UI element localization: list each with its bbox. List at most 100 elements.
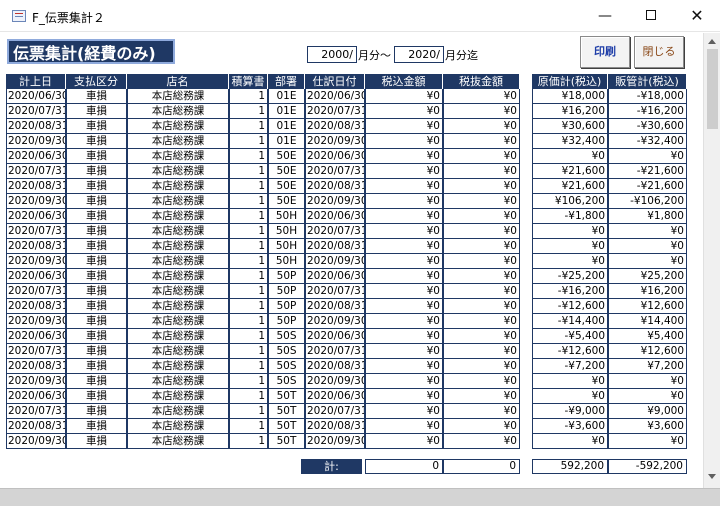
cell-store[interactable]: 本店総務課 [127, 359, 229, 374]
cell-estimate[interactable]: 1 [229, 134, 268, 149]
cell-sga-total[interactable]: ¥16,200 [608, 284, 687, 299]
table-row[interactable]: 2020/08/31 車損 本店総務課 1 50E 2020/08/31 ¥0 ¥0 ¥21,6… [6, 179, 689, 194]
cell-tax-excl[interactable]: ¥0 [443, 149, 520, 164]
cell-payment-type[interactable]: 車損 [66, 359, 127, 374]
cell-payment-type[interactable]: 車損 [66, 179, 127, 194]
cell-sga-total[interactable]: -¥106,200 [608, 194, 687, 209]
cell-dept[interactable]: 50S [268, 374, 305, 389]
cell-date[interactable]: 2020/07/31 [6, 404, 66, 419]
cell-tax-excl[interactable]: ¥0 [443, 314, 520, 329]
cell-date[interactable]: 2020/09/30 [6, 314, 66, 329]
cell-tax-excl[interactable]: ¥0 [443, 179, 520, 194]
cell-tax-excl[interactable]: ¥0 [443, 434, 520, 449]
cell-cost-total[interactable]: -¥3,600 [532, 419, 608, 434]
cell-dept[interactable]: 50P [268, 299, 305, 314]
cell-sga-total[interactable]: ¥0 [608, 239, 687, 254]
cell-tax-incl[interactable]: ¥0 [365, 329, 443, 344]
cell-dept[interactable]: 50E [268, 194, 305, 209]
cell-sga-total[interactable]: -¥18,000 [608, 89, 687, 104]
cell-date[interactable]: 2020/08/31 [6, 239, 66, 254]
cell-payment-type[interactable]: 車損 [66, 89, 127, 104]
cell-date[interactable]: 2020/06/30 [6, 149, 66, 164]
cell-payment-type[interactable]: 車損 [66, 389, 127, 404]
cell-dept[interactable]: 50H [268, 239, 305, 254]
cell-cost-total[interactable]: ¥21,600 [532, 179, 608, 194]
cell-dept[interactable]: 50H [268, 224, 305, 239]
cell-dept[interactable]: 01E [268, 119, 305, 134]
cell-tax-incl[interactable]: ¥0 [365, 404, 443, 419]
table-row[interactable]: 2020/07/31 車損 本店総務課 1 50H 2020/07/31 ¥0 ¥0 ¥0 ¥0 [6, 224, 689, 239]
cell-sga-total[interactable]: ¥0 [608, 149, 687, 164]
cell-estimate[interactable]: 1 [229, 254, 268, 269]
cell-sga-total[interactable]: -¥32,400 [608, 134, 687, 149]
cell-tax-excl[interactable]: ¥0 [443, 269, 520, 284]
cell-journal-date[interactable]: 2020/09/30 [305, 314, 365, 329]
cell-date[interactable]: 2020/09/30 [6, 434, 66, 449]
cell-sga-total[interactable]: ¥12,600 [608, 344, 687, 359]
cell-estimate[interactable]: 1 [229, 194, 268, 209]
cell-tax-incl[interactable]: ¥0 [365, 389, 443, 404]
scroll-thumb[interactable] [707, 49, 718, 129]
cell-estimate[interactable]: 1 [229, 224, 268, 239]
cell-sga-total[interactable]: -¥30,600 [608, 119, 687, 134]
cell-journal-date[interactable]: 2020/09/30 [305, 134, 365, 149]
cell-estimate[interactable]: 1 [229, 209, 268, 224]
cell-store[interactable]: 本店総務課 [127, 149, 229, 164]
cell-journal-date[interactable]: 2020/06/30 [305, 149, 365, 164]
cell-tax-excl[interactable]: ¥0 [443, 359, 520, 374]
cell-tax-incl[interactable]: ¥0 [365, 314, 443, 329]
cell-tax-excl[interactable]: ¥0 [443, 89, 520, 104]
cell-payment-type[interactable]: 車損 [66, 149, 127, 164]
cell-store[interactable]: 本店総務課 [127, 344, 229, 359]
cell-tax-incl[interactable]: ¥0 [365, 344, 443, 359]
cell-tax-incl[interactable]: ¥0 [365, 89, 443, 104]
cell-cost-total[interactable]: ¥30,600 [532, 119, 608, 134]
cell-date[interactable]: 2020/08/31 [6, 359, 66, 374]
cell-store[interactable]: 本店総務課 [127, 134, 229, 149]
cell-store[interactable]: 本店総務課 [127, 329, 229, 344]
cell-cost-total[interactable]: -¥9,000 [532, 404, 608, 419]
cell-journal-date[interactable]: 2020/09/30 [305, 434, 365, 449]
cell-date[interactable]: 2020/07/31 [6, 224, 66, 239]
cell-dept[interactable]: 50P [268, 314, 305, 329]
cell-tax-excl[interactable]: ¥0 [443, 239, 520, 254]
to-month-field[interactable]: 2020/ [394, 46, 444, 63]
table-row[interactable]: 2020/07/31 車損 本店総務課 1 50S 2020/07/31 ¥0 ¥0 -¥12,… [6, 344, 689, 359]
cell-tax-excl[interactable]: ¥0 [443, 119, 520, 134]
cell-date[interactable]: 2020/09/30 [6, 254, 66, 269]
cell-tax-incl[interactable]: ¥0 [365, 194, 443, 209]
cell-journal-date[interactable]: 2020/07/31 [305, 404, 365, 419]
table-row[interactable]: 2020/09/30 車損 本店総務課 1 50T 2020/09/30 ¥0 ¥0 ¥0 ¥0 [6, 434, 689, 449]
cell-date[interactable]: 2020/09/30 [6, 134, 66, 149]
cell-payment-type[interactable]: 車損 [66, 224, 127, 239]
cell-store[interactable]: 本店総務課 [127, 404, 229, 419]
cell-sga-total[interactable]: ¥0 [608, 374, 687, 389]
cell-journal-date[interactable]: 2020/07/31 [305, 164, 365, 179]
cell-tax-excl[interactable]: ¥0 [443, 329, 520, 344]
cell-estimate[interactable]: 1 [229, 314, 268, 329]
cell-estimate[interactable]: 1 [229, 104, 268, 119]
cell-payment-type[interactable]: 車損 [66, 314, 127, 329]
cell-store[interactable]: 本店総務課 [127, 299, 229, 314]
cell-store[interactable]: 本店総務課 [127, 209, 229, 224]
cell-payment-type[interactable]: 車損 [66, 344, 127, 359]
cell-dept[interactable]: 01E [268, 104, 305, 119]
cell-sga-total[interactable]: ¥0 [608, 389, 687, 404]
cell-payment-type[interactable]: 車損 [66, 239, 127, 254]
cell-estimate[interactable]: 1 [229, 359, 268, 374]
cell-tax-excl[interactable]: ¥0 [443, 374, 520, 389]
cell-cost-total[interactable]: -¥14,400 [532, 314, 608, 329]
cell-sga-total[interactable]: ¥12,600 [608, 299, 687, 314]
cell-cost-total[interactable]: ¥106,200 [532, 194, 608, 209]
cell-journal-date[interactable]: 2020/06/30 [305, 269, 365, 284]
cell-estimate[interactable]: 1 [229, 164, 268, 179]
cell-tax-incl[interactable]: ¥0 [365, 434, 443, 449]
table-row[interactable]: 2020/08/31 車損 本店総務課 1 50H 2020/08/31 ¥0 ¥0 ¥0 ¥0 [6, 239, 689, 254]
cell-sga-total[interactable]: ¥0 [608, 254, 687, 269]
cell-estimate[interactable]: 1 [229, 434, 268, 449]
cell-tax-incl[interactable]: ¥0 [365, 269, 443, 284]
cell-date[interactable]: 2020/07/31 [6, 344, 66, 359]
cell-tax-excl[interactable]: ¥0 [443, 344, 520, 359]
cell-estimate[interactable]: 1 [229, 239, 268, 254]
table-row[interactable]: 2020/08/31 車損 本店総務課 1 50S 2020/08/31 ¥0 ¥0 -¥7,2… [6, 359, 689, 374]
